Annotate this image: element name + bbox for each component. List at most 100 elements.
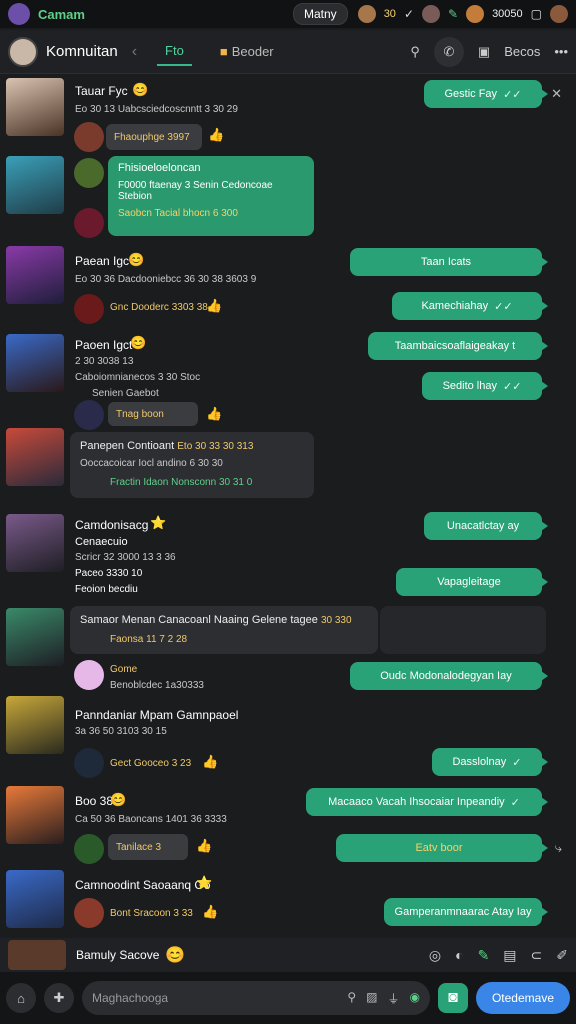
image-icon[interactable]: ▨ (366, 990, 377, 1007)
media-icon[interactable]: ▣ (478, 44, 490, 60)
smile-icon: 😊 (165, 947, 186, 964)
sticker-icon[interactable]: ◐ (455, 947, 463, 964)
smile-icon: 😊 (132, 82, 149, 97)
outgoing-message[interactable]: Macaaco Vacah Ihsocaiar Inpeandiy ✓ (306, 788, 548, 816)
outgoing-message[interactable]: Sedito lhay ✓✓ (422, 372, 548, 400)
list-item: Samaor Menan Canacoanl Naaing Gelene tag… (0, 604, 576, 694)
message-meta: Ca 50 36 Baoncans 1401 36 3333 (75, 814, 227, 825)
more-icon[interactable]: ••• (554, 44, 568, 59)
app-icon (8, 3, 30, 25)
avatar (357, 5, 376, 23)
avatar (74, 158, 104, 188)
send-button[interactable]: Otedemave (475, 982, 570, 1014)
search-icon[interactable]: ⚲ (410, 44, 420, 60)
reaction-pill[interactable]: Tnag boon (108, 402, 198, 426)
avatar (6, 786, 64, 844)
attach-icon[interactable]: ✚ (44, 983, 74, 1013)
thumbs-up-icon: 👍 (202, 904, 219, 919)
tab-other[interactable]: ■ Beoder (212, 38, 282, 65)
pen-icon: ✎ (448, 7, 459, 21)
sender-name: Panepen Contioant (80, 440, 175, 452)
message-text: Taambaicsoaflaigeakay t (394, 340, 516, 352)
outgoing-message[interactable]: Vapagleitage (396, 568, 548, 596)
message-meta: Paceo 3330 10 (75, 568, 143, 579)
star-icon: ⭐ (150, 515, 167, 530)
smile-icon: 😊 (110, 792, 127, 807)
camera-icon[interactable]: ◙ (437, 983, 468, 1013)
edit-icon[interactable]: ✐ (556, 947, 568, 964)
avatar[interactable] (8, 36, 38, 67)
smile-icon: 😊 (130, 335, 147, 350)
mic-icon[interactable]: ⏚ (387, 990, 399, 1007)
thumbs-up-icon: 👍 (206, 298, 223, 313)
list-item: Fhisioeloeloncan F0000 ftaenay 3 Senin C… (0, 156, 576, 242)
card-line: Saobcn Tacial bhocn 6 300 (118, 208, 238, 219)
outgoing-message[interactable]: Taambaicsoaflaigeakay t (368, 332, 548, 360)
outgoing-message[interactable]: Gestic Fay ✓✓ (424, 80, 548, 108)
emoji-icon[interactable]: ◉ (409, 990, 419, 1007)
thumbs-up-icon: 👍 (202, 754, 219, 769)
message-meta: 3a 36 50 3103 30 15 (75, 726, 167, 737)
back-icon[interactable]: ‹ (132, 43, 137, 61)
pill-label: Fhaouphge 3997 (114, 131, 190, 143)
list-item: Boo 38 😊 Ca 50 36 Baoncans 1401 36 3333 … (0, 782, 576, 868)
message-meta: Caboiomnianecos 3 30 Stoc (75, 372, 201, 383)
message-bubble[interactable]: Panepen Contioant Eto 30 33 30 313 Oocca… (70, 432, 314, 498)
message-composer: ⌂ ✚ Maghachooga ⚲ ▨ ⏚ ◉ ◙ Otedemave (0, 972, 576, 1024)
chat-header: Komnuitan ‹ Fto ■ Beoder ⚲ ✆ ▣ Becos ••• (0, 30, 576, 74)
status-counter: 30 (383, 8, 396, 20)
reaction-pill[interactable]: Tanilace 3 (108, 834, 188, 860)
input-actions: ⚲ ▨ ⏚ ◉ (347, 990, 420, 1007)
message-meta: Benoblcdec 1a30333 (110, 680, 204, 691)
search-icon[interactable]: ⚲ (347, 990, 356, 1007)
outgoing-message[interactable]: Gamperanmnaarac Atay Iay (384, 898, 548, 926)
message-bubble[interactable]: Samaor Menan Canacoanl Naaing Gelene tag… (70, 606, 378, 654)
check-icon: ✓ (403, 7, 414, 21)
avatar (74, 834, 104, 864)
message-card[interactable]: Fhisioeloeloncan F0000 ftaenay 3 Senin C… (108, 156, 314, 236)
chat-toolbar: Bamuly Sacove 😊 ◎ ◐ ✎ ▤ ⊂ ✐ (0, 938, 576, 972)
outgoing-message[interactable]: Taan Icats (350, 248, 548, 276)
smile-icon: 😊 (128, 252, 145, 267)
window-icon[interactable]: ▢ (531, 7, 542, 21)
message-input[interactable]: Maghachooga ⚲ ▨ ⏚ ◉ (82, 981, 430, 1015)
status-score: 30050 (492, 8, 523, 20)
list-item: Panepen Contioant Eto 30 33 30 313 Oocca… (0, 426, 576, 506)
outgoing-message[interactable]: Dasslolnay ✓ (432, 748, 548, 776)
message-meta: Feoion becdiu (75, 584, 138, 595)
outgoing-message[interactable]: Oudc Modonalodegyan Iay (350, 662, 548, 690)
reply-icon[interactable]: ⤷ (555, 840, 562, 856)
check-icon: ✓ (510, 796, 520, 809)
pen-icon[interactable]: ✎ (478, 947, 490, 964)
sender-name: Gome (110, 664, 138, 675)
list-item: Tauar Fyc 😊 Eo 30 13 Uabcsciedcoscnntt 3… (0, 74, 576, 154)
thumbs-up-icon: 👍 (206, 406, 223, 421)
close-icon[interactable]: ✕ (551, 86, 562, 102)
avatar (6, 514, 64, 572)
avatar (74, 748, 104, 778)
avatar (6, 246, 64, 304)
outgoing-message[interactable]: Unacatlctay ay (424, 512, 548, 540)
outgoing-message[interactable]: Eatv boor (336, 834, 548, 862)
profile-avatar[interactable] (550, 5, 568, 23)
tab-active[interactable]: Fto (157, 37, 192, 66)
chat-list[interactable]: Tauar Fyc 😊 Eo 30 13 Uabcsciedcoscnntt 3… (0, 74, 576, 938)
pill-label: Tnag boon (116, 408, 164, 420)
account-pill[interactable]: Matny (293, 3, 348, 25)
double-check-icon: ✓✓ (503, 88, 522, 101)
avatar (6, 428, 64, 486)
link-icon[interactable]: ⊂ (531, 947, 543, 964)
message-text: Sedito lhay (442, 380, 497, 392)
message-text: Gamperanmnaarac Atay Iay (394, 906, 532, 918)
reaction-pill[interactable]: Fhaouphge 3997 (106, 124, 202, 150)
target-icon[interactable]: ◎ (429, 947, 441, 964)
home-icon[interactable]: ⌂ (6, 983, 36, 1013)
sender-name: Paean Igc (75, 254, 130, 268)
call-icon[interactable]: ✆ (433, 36, 464, 67)
outgoing-message[interactable]: Kamechiahay ✓✓ (392, 292, 548, 320)
toolbar-actions: ◎ ◐ ✎ ▤ ⊂ ✐ (429, 947, 568, 964)
avatar (74, 660, 104, 690)
header-right-label[interactable]: Becos (504, 44, 540, 59)
avatar (6, 334, 64, 392)
gallery-icon[interactable]: ▤ (503, 947, 516, 964)
